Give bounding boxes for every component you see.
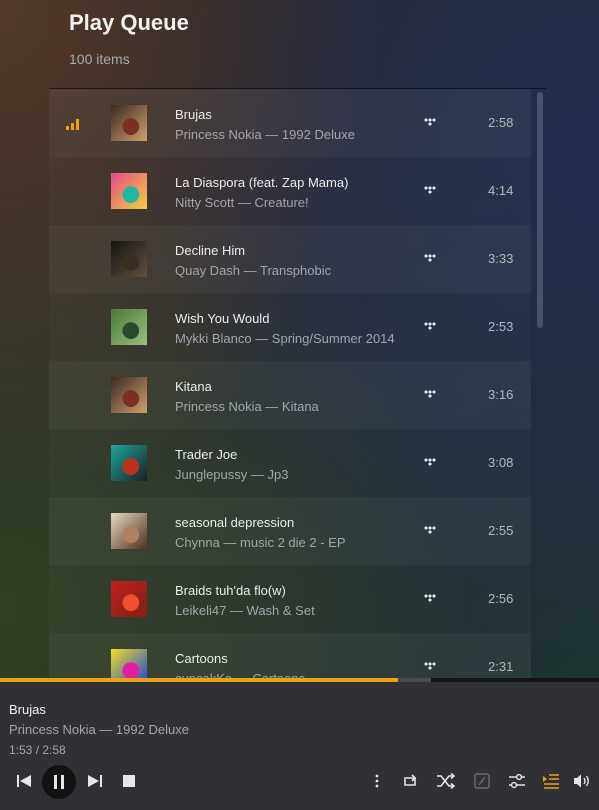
album-art [111, 649, 147, 678]
album-art [111, 513, 147, 549]
now-playing-time: 1:53 / 2:58 [9, 743, 66, 757]
pause-button[interactable] [42, 765, 76, 799]
now-playing-title: Brujas [9, 702, 46, 717]
track-title: La Diaspora (feat. Zap Mama) [175, 175, 349, 190]
track-artist-album: Nitty Scott — Creature! [175, 195, 309, 210]
track-artist-album: cupcakKe — Cartoons [175, 671, 305, 678]
track-duration: 3:16 [488, 387, 514, 402]
now-playing-artist-album: Princess Nokia — 1992 Deluxe [9, 722, 189, 737]
album-art [111, 173, 147, 209]
queue-list[interactable]: Brujas Princess Nokia — 1992 Deluxe 2:58 La… [49, 88, 546, 678]
tidal-source-icon [424, 458, 436, 466]
volume-icon [574, 774, 589, 788]
track-artist-album: Leikeli47 — Wash & Set [175, 603, 315, 618]
equalizer-icon [509, 773, 525, 789]
album-art [111, 309, 147, 345]
track-artist-album: Junglepussy — Jp3 [175, 467, 289, 482]
queue-row[interactable]: Braids tuh'da flo(w) Leikeli47 — Wash & S… [49, 565, 531, 633]
tidal-source-icon [424, 662, 436, 670]
track-duration: 2:56 [488, 591, 514, 606]
equalizer-button[interactable] [507, 771, 527, 791]
previous-icon [17, 775, 31, 787]
album-art [111, 241, 147, 277]
track-artist-album: Princess Nokia — Kitana [175, 399, 319, 414]
more-button[interactable] [367, 771, 387, 791]
tidal-source-icon [424, 390, 436, 398]
track-duration: 2:31 [488, 659, 514, 674]
queue-row[interactable]: Kitana Princess Nokia — Kitana 3:16 [49, 361, 531, 429]
queue-row[interactable]: Cartoons cupcakKe — Cartoons 2:31 [49, 633, 531, 678]
lyrics-icon [474, 773, 490, 789]
track-title: seasonal depression [175, 515, 295, 530]
shuffle-button[interactable] [435, 771, 457, 791]
next-icon [88, 775, 102, 787]
album-art [111, 105, 147, 141]
track-title: Decline Him [175, 243, 246, 258]
track-title: Wish You Would [175, 311, 270, 326]
stop-button[interactable] [120, 772, 138, 790]
track-duration: 4:14 [488, 183, 514, 198]
track-title: Cartoons [175, 651, 228, 666]
queue-count: 100 items [69, 51, 130, 67]
track-duration: 2:55 [488, 523, 514, 538]
track-artist-album: Mykki Blanco — Spring/Summer 2014 [175, 331, 395, 346]
track-duration: 3:08 [488, 455, 514, 470]
previous-button[interactable] [14, 771, 34, 791]
album-art [111, 377, 147, 413]
stop-icon [123, 775, 135, 787]
queue-row[interactable]: Brujas Princess Nokia — 1992 Deluxe 2:58 [49, 89, 531, 157]
repeat-button[interactable] [400, 771, 420, 791]
queue-row[interactable]: Decline Him Quay Dash — Transphobic 3:33 [49, 225, 531, 293]
track-title: Trader Joe [175, 447, 238, 462]
album-art [111, 445, 147, 481]
player-bar: Brujas Princess Nokia — 1992 Deluxe 1:53… [0, 682, 599, 810]
track-duration: 2:58 [488, 115, 514, 130]
page-title: Play Queue [69, 10, 189, 35]
queue-scrollbar[interactable] [537, 92, 543, 328]
queue-row[interactable]: seasonal depression Chynna — music 2 die … [49, 497, 531, 565]
tidal-source-icon [424, 526, 436, 534]
more-icon [375, 774, 379, 788]
queue-button[interactable] [540, 771, 562, 791]
volume-button[interactable] [571, 771, 593, 791]
track-artist-album: Chynna — music 2 die 2 - EP [175, 535, 346, 550]
track-title: Braids tuh'da flo(w) [175, 583, 286, 598]
album-art [111, 581, 147, 617]
queue-row[interactable]: Trader Joe Junglepussy — Jp3 3:08 [49, 429, 531, 497]
queue-row[interactable]: Wish You Would Mykki Blanco — Spring/Summ… [49, 293, 531, 361]
pause-icon [54, 775, 64, 789]
tidal-source-icon [424, 186, 436, 194]
queue-row[interactable]: La Diaspora (feat. Zap Mama) Nitty Scott … [49, 157, 531, 225]
repeat-icon [404, 774, 417, 786]
shuffle-icon [437, 773, 456, 789]
track-title: Brujas [175, 107, 212, 122]
track-artist-album: Princess Nokia — 1992 Deluxe [175, 127, 355, 142]
track-title: Kitana [175, 379, 212, 394]
track-duration: 2:53 [488, 319, 514, 334]
tidal-source-icon [424, 118, 436, 126]
tidal-source-icon [424, 322, 436, 330]
queue-header: Play Queue 100 items [69, 8, 189, 67]
track-duration: 3:33 [488, 251, 514, 266]
tidal-source-icon [424, 594, 436, 602]
queue-icon [543, 774, 559, 789]
lyrics-button[interactable] [472, 771, 492, 791]
next-button[interactable] [85, 771, 105, 791]
track-artist-album: Quay Dash — Transphobic [175, 263, 332, 278]
tidal-source-icon [424, 254, 436, 262]
now-playing-indicator-icon [66, 119, 80, 130]
